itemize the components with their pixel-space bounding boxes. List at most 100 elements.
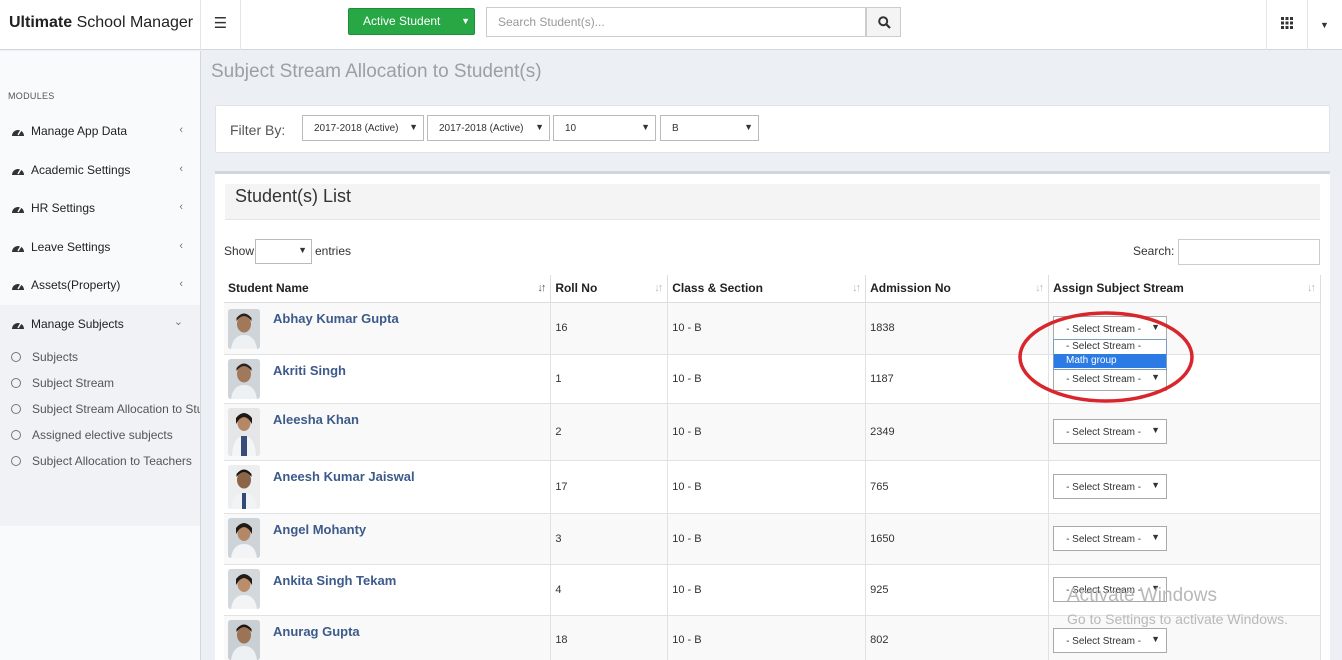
column-header-label: Admission No bbox=[870, 281, 951, 296]
caret-down-icon: ▼ bbox=[1151, 372, 1161, 382]
sidebar-item-manage-subjects[interactable]: Manage Subjects ⌄ bbox=[0, 305, 200, 343]
sidebar-section-label: MODULES bbox=[8, 91, 55, 101]
admission-no-cell: 802 bbox=[865, 615, 1050, 660]
student-name-link[interactable]: Aleesha Khan bbox=[273, 412, 359, 427]
stream-select[interactable]: - Select Stream - ▼ bbox=[1053, 474, 1168, 499]
stream-select-value: - Select Stream - bbox=[1066, 374, 1142, 385]
submenu-item-subject-stream[interactable]: Subject Stream bbox=[0, 370, 200, 396]
admission-no-cell: 925 bbox=[865, 564, 1050, 616]
circle-icon bbox=[11, 352, 21, 362]
search-icon bbox=[878, 16, 891, 29]
student-search-input[interactable]: Search Student(s)... bbox=[486, 7, 866, 37]
caret-down-icon: ▼ bbox=[1151, 321, 1161, 332]
circle-icon bbox=[11, 378, 21, 388]
stream-option[interactable]: - Select Stream - bbox=[1054, 340, 1166, 354]
table-row: Angel Mohanty 3 10 - B 1650 - Select Str… bbox=[224, 513, 1321, 565]
caret-down-icon: ▼ bbox=[1151, 532, 1161, 542]
column-header-label: Assign Subject Stream bbox=[1053, 281, 1184, 296]
table-search-input[interactable] bbox=[1178, 239, 1320, 265]
stream-select[interactable]: - Select Stream - ▼ bbox=[1053, 315, 1168, 341]
brand-rest-text: School Manager bbox=[72, 14, 194, 31]
student-name-link[interactable]: Aneesh Kumar Jaiswal bbox=[273, 469, 415, 484]
student-name-link[interactable]: Ankita Singh Tekam bbox=[273, 573, 396, 588]
column-header-assign-stream[interactable]: Assign Subject Stream ↓↑ bbox=[1048, 275, 1321, 303]
student-name-link[interactable]: Abhay Kumar Gupta bbox=[273, 311, 399, 326]
dashboard-icon bbox=[12, 129, 24, 136]
admission-no-cell: 2349 bbox=[865, 403, 1050, 461]
page-title: Subject Stream Allocation to Student(s) bbox=[211, 61, 542, 82]
sidebar-item-academic-settings[interactable]: Academic Settings ‹ bbox=[0, 151, 200, 189]
search-button[interactable] bbox=[866, 7, 901, 37]
dashboard-icon bbox=[12, 168, 24, 175]
admission-no-cell: 1187 bbox=[865, 354, 1050, 404]
session-select-value: 2017-2018 (Active) bbox=[314, 123, 399, 134]
column-header-student-name[interactable]: Student Name ↓↑ bbox=[224, 275, 552, 303]
submenu-item-subjects[interactable]: Subjects bbox=[0, 344, 200, 370]
class-select[interactable]: 10 ▼ bbox=[553, 115, 656, 141]
dashboard-icon bbox=[12, 322, 24, 329]
column-header-class-section[interactable]: Class & Section ↓↑ bbox=[667, 275, 867, 303]
column-header-admission-no[interactable]: Admission No ↓↑ bbox=[865, 275, 1050, 303]
stream-option-selected[interactable]: Math group bbox=[1054, 354, 1166, 368]
chevron-left-icon: ‹ bbox=[179, 201, 183, 213]
admission-no-cell: 1838 bbox=[865, 302, 1050, 355]
class-section-cell: 10 - B bbox=[667, 513, 867, 565]
apps-grid-button[interactable] bbox=[1266, 0, 1308, 50]
stream-select[interactable]: - Select Stream - ▼ bbox=[1053, 526, 1168, 551]
sidebar-item-label: Manage App Data bbox=[31, 124, 128, 138]
user-menu-caret-icon[interactable]: ▼ bbox=[1320, 20, 1329, 30]
sidebar-item-label: HR Settings bbox=[31, 201, 96, 215]
stream-select[interactable]: - Select Stream - ▼ bbox=[1053, 419, 1168, 444]
menu-toggle-icon[interactable]: ☰ bbox=[201, 0, 241, 50]
assign-stream-cell: - Select Stream - ▼ bbox=[1048, 513, 1321, 565]
sidebar-item-leave-settings[interactable]: Leave Settings ‹ bbox=[0, 228, 200, 266]
sidebar-item-manage-app-data[interactable]: Manage App Data ‹ bbox=[0, 112, 200, 150]
roll-no-cell: 1 bbox=[550, 354, 669, 404]
watermark-title: Activate Windows bbox=[1067, 585, 1217, 606]
entries-per-page-select[interactable]: ▼ bbox=[255, 239, 312, 264]
student-name-cell: Angel Mohanty bbox=[224, 513, 552, 565]
app-brand[interactable]: Ultimate School Manager bbox=[0, 0, 201, 50]
active-student-button[interactable]: Active Student ▼ bbox=[348, 8, 475, 35]
caret-down-icon[interactable]: ▼ bbox=[461, 9, 470, 34]
class-section-cell: 10 - B bbox=[667, 354, 867, 404]
submenu-item-label: Subject Stream bbox=[32, 376, 115, 390]
admission-no-cell: 765 bbox=[865, 460, 1050, 514]
table-row: Aleesha Khan 2 10 - B 2349 - Select Stre… bbox=[224, 403, 1321, 461]
brand-bold-text: Ultimate bbox=[9, 14, 73, 31]
session-select[interactable]: 2017-2018 (Active) ▼ bbox=[302, 115, 424, 141]
column-header-roll-no[interactable]: Roll No ↓↑ bbox=[550, 275, 669, 303]
submenu-item-label: Subject Allocation to Teachers bbox=[32, 454, 192, 468]
section-select[interactable]: B ▼ bbox=[660, 115, 759, 141]
show-label: Show bbox=[224, 244, 255, 258]
caret-down-icon: ▼ bbox=[409, 122, 418, 132]
roll-no-cell: 3 bbox=[550, 513, 669, 565]
student-name-link[interactable]: Angel Mohanty bbox=[273, 522, 366, 537]
student-photo bbox=[228, 568, 260, 609]
student-photo bbox=[228, 464, 260, 509]
roll-no-cell: 2 bbox=[550, 403, 669, 461]
stream-select[interactable]: - Select Stream - ▼ bbox=[1053, 627, 1168, 653]
sidebar-item-label: Academic Settings bbox=[31, 163, 131, 177]
student-name-link[interactable]: Anurag Gupta bbox=[273, 624, 360, 639]
student-list-heading: Student(s) List bbox=[225, 184, 1320, 220]
column-header-label: Roll No bbox=[555, 281, 598, 296]
sidebar-item-assets[interactable]: Assets(Property) ‹ bbox=[0, 266, 200, 304]
caret-down-icon: ▼ bbox=[1151, 425, 1161, 435]
grid-icon bbox=[1281, 17, 1293, 29]
submenu-item-assigned-elective[interactable]: Assigned elective subjects bbox=[0, 422, 200, 448]
caret-down-icon: ▼ bbox=[1151, 480, 1161, 490]
student-name-cell: Aneesh Kumar Jaiswal bbox=[224, 460, 552, 514]
student-name-link[interactable]: Akriti Singh bbox=[273, 363, 346, 378]
entries-label: entries bbox=[315, 244, 352, 258]
circle-icon bbox=[11, 430, 21, 440]
top-header: Ultimate School Manager ☰ Active Student… bbox=[0, 0, 1342, 50]
session-select-2[interactable]: 2017-2018 (Active) ▼ bbox=[427, 115, 550, 141]
sidebar-item-hr-settings[interactable]: HR Settings ‹ bbox=[0, 189, 200, 227]
column-header-label: Class & Section bbox=[672, 281, 763, 296]
active-student-label: Active Student bbox=[363, 14, 441, 28]
submenu-item-subject-teachers[interactable]: Subject Allocation to Teachers bbox=[0, 448, 200, 474]
filter-panel: Filter By: 2017-2018 (Active) ▼ 2017-2018… bbox=[215, 105, 1330, 153]
submenu-item-stream-allocation[interactable]: Subject Stream Allocation to Students bbox=[0, 396, 200, 422]
stream-select-value: - Select Stream - bbox=[1066, 482, 1142, 493]
